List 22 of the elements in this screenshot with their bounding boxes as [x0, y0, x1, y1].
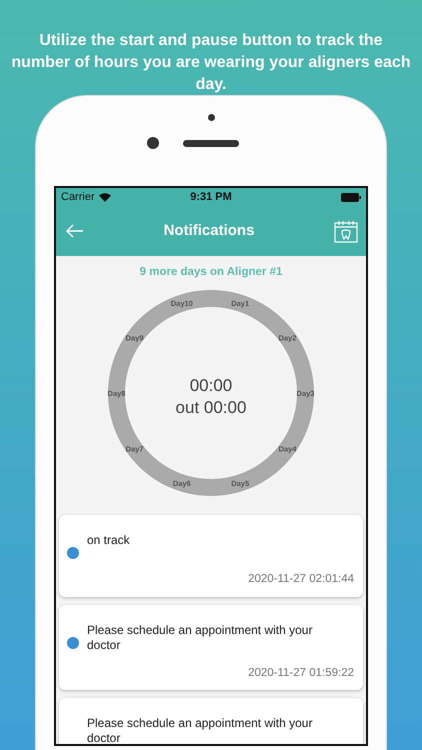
- out-timer-reading: out 00:00: [176, 398, 246, 418]
- notification-timestamp: 2020-11-27 01:59:22: [247, 666, 354, 680]
- aligner-status: 9 more days on Aligner #1: [138, 265, 284, 280]
- speaker-grille: [183, 140, 239, 146]
- notification-timestamp: 2020-11-27 02:01:44: [247, 572, 354, 588]
- tooth-calendar-icon[interactable]: [334, 219, 358, 243]
- notification-message: on track: [87, 533, 130, 550]
- wifi-icon: [98, 192, 111, 202]
- notification-message: Please schedule an appointment with your doctor: [87, 622, 314, 652]
- notification-card[interactable]: on track 2020-11-27 02:01:44: [59, 515, 363, 596]
- notification-card[interactable]: Please schedule an appointment with your doctor 2020-11-27 01:59:22: [59, 604, 363, 690]
- notification-card[interactable]: Please schedule an appointment with your doctor: [59, 698, 363, 744]
- back-arrow-icon[interactable]: [66, 224, 84, 238]
- timer-reading: 00:00: [190, 376, 232, 396]
- headline: Utilize the start and pause button to track the number of hours you are wearing your aligners each day.: [10, 31, 412, 95]
- carrier-label: Carrier: [61, 190, 95, 205]
- camera-icon: [147, 137, 159, 149]
- notification-message: Please schedule an appointment with your doctor: [87, 716, 314, 744]
- nav-title: Notifications: [164, 220, 254, 241]
- battery-icon: [341, 192, 362, 202]
- sensor-dot: [208, 114, 214, 121]
- clock: 9:31 PM: [190, 190, 232, 205]
